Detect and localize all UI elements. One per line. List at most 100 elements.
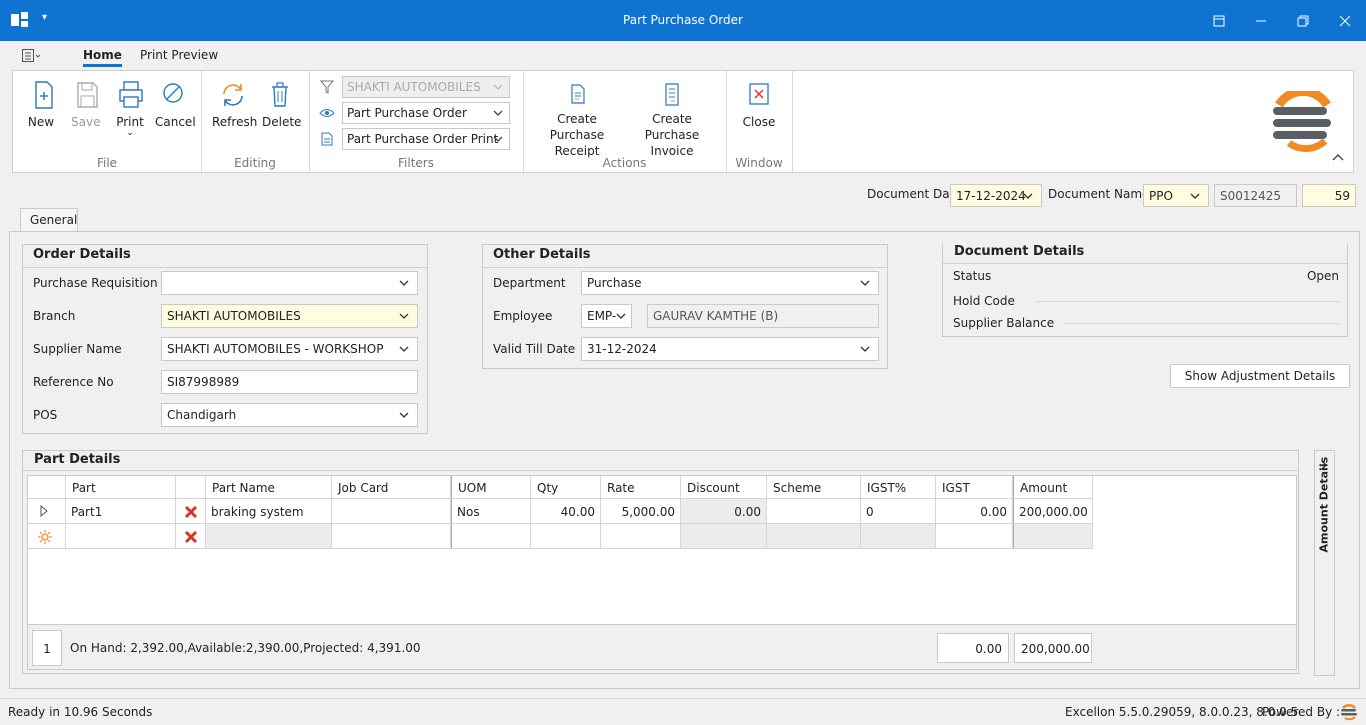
print-button[interactable]: Print ⌄ [115,79,145,138]
new-cell-scheme [767,524,861,549]
new-row-icon[interactable] [28,524,66,549]
supplier-name-combo[interactable]: SHAKTI AUTOMOBILES - WORKSHOP [161,337,418,361]
receipt-icon [561,79,593,111]
report-icon [321,132,333,149]
column-header-delete [176,476,206,499]
new-cell-uom[interactable] [451,524,531,549]
employee-code-combo[interactable]: EMP- [581,304,632,328]
row-count-badge: 1 [32,630,62,666]
cell-scheme[interactable] [767,499,861,524]
new-cell-part-name [206,524,332,549]
new-cell-part[interactable] [66,524,176,549]
document-sequence-field[interactable]: 59 [1302,184,1356,207]
row-indicator-header [28,476,66,499]
save-button[interactable]: Save [71,79,101,129]
delete-button[interactable]: Delete [262,79,302,129]
valid-till-date-picker[interactable]: 31-12-2024 [581,337,879,361]
close-window-icon[interactable] [1324,0,1366,41]
close-button[interactable]: Close [741,79,777,129]
print-dropdown-icon[interactable]: ⌄ [115,129,145,138]
file-group-label: File [96,156,118,170]
supplier-name-label: Supplier Name [33,342,122,356]
receipt-label-line1: Create Purchase [549,112,605,142]
column-header-uom[interactable]: UOM [451,476,531,499]
chevron-down-icon [616,313,626,319]
delete-label: Delete [262,115,302,129]
employee-name-field: GAURAV KAMTHE (B) [647,304,879,328]
cell-igst-pct[interactable]: 0 [861,499,936,524]
minimize-icon[interactable] [1240,0,1282,41]
cell-qty[interactable]: 40.00 [531,499,601,524]
delete-row-icon[interactable] [176,499,206,524]
amount-details-side-panel[interactable]: Amount Details [1314,450,1335,676]
reference-no-label: Reference No [33,375,114,389]
view-filter-combo[interactable]: Part Purchase Order [342,102,510,124]
app-menu-icon[interactable] [22,49,42,66]
cell-job-card[interactable] [332,499,451,524]
tab-home[interactable]: Home [83,48,122,67]
pos-combo[interactable]: Chandigarh [161,403,418,427]
cell-part-name[interactable]: braking system [206,499,332,524]
panel-divider [483,267,887,268]
cell-part[interactable]: Part1 [66,499,176,524]
purchase-requisition-combo[interactable] [161,271,418,295]
print-label: Print [116,115,144,129]
column-header-qty[interactable]: Qty [531,476,601,499]
trash-icon [264,79,296,111]
column-header-amount[interactable]: Amount [1013,476,1093,499]
column-header-scheme[interactable]: Scheme [767,476,861,499]
print-format-combo[interactable]: Part Purchase Order Print [342,128,510,150]
supplier-balance-value [1064,323,1339,324]
cell-uom[interactable]: Nos [451,499,531,524]
restore-layout-icon[interactable] [1198,0,1240,41]
new-cell-job-card[interactable] [332,524,451,549]
document-date-picker[interactable]: 17-12-2024 [950,184,1042,207]
new-cell-qty[interactable] [531,524,601,549]
document-details-title: Document Details [954,244,1085,259]
department-combo[interactable]: Purchase [581,271,879,295]
branch-combo[interactable]: SHAKTI AUTOMOBILES [161,304,418,328]
reference-no-input[interactable]: SI87998989 [161,370,418,394]
employee-code-value: EMP- [587,309,617,323]
refresh-icon [217,79,249,111]
column-header-igst[interactable]: IGST [936,476,1013,499]
save-label: Save [71,115,101,129]
cancel-button[interactable]: Cancel [155,79,196,129]
refresh-button[interactable]: Refresh [212,79,257,129]
document-name-value: PPO [1149,189,1173,203]
tab-print-preview[interactable]: Print Preview [140,48,218,62]
cell-rate[interactable]: 5,000.00 [601,499,681,524]
show-adjustment-details-button[interactable]: Show Adjustment Details [1170,364,1350,388]
maximize-icon[interactable] [1282,0,1324,41]
new-cell-rate[interactable] [601,524,681,549]
window-title: Part Purchase Order [623,13,743,27]
company-filter-combo[interactable]: SHAKTI AUTOMOBILES [342,76,510,98]
create-purchase-invoice-button[interactable]: Create Purchase Invoice [627,79,717,159]
stock-info-text: On Hand: 2,392.00,Available:2,390.00,Pro… [70,641,421,655]
document-name-combo[interactable]: PPO [1143,184,1209,207]
tab-general[interactable]: General [20,208,78,232]
new-button[interactable]: New [27,79,55,129]
delete-new-row-icon[interactable] [176,524,206,549]
column-header-rate[interactable]: Rate [601,476,681,499]
column-header-part[interactable]: Part [66,476,176,499]
column-header-igst-pct[interactable]: IGST% [861,476,936,499]
actions-group-label: Actions [602,156,647,170]
column-header-job-card[interactable]: Job Card [332,476,451,499]
chevron-down-icon [860,346,870,352]
close-icon [743,79,775,111]
editing-group-label: Editing [234,156,276,170]
chevron-down-icon [493,84,503,90]
create-purchase-receipt-button[interactable]: Create Purchase Receipt [533,79,621,159]
other-details-title: Other Details [493,247,591,262]
row-expand-icon[interactable] [28,499,66,524]
excellon-small-logo [1340,703,1358,724]
new-cell-amount [1013,524,1093,549]
column-header-discount[interactable]: Discount [681,476,767,499]
document-name-label: Document Name [1048,187,1150,201]
ribbon-separator [792,71,793,173]
collapse-ribbon-icon[interactable] [1331,151,1345,165]
column-header-part-name[interactable]: Part Name [206,476,332,499]
cancel-label: Cancel [155,115,196,129]
close-label: Close [742,115,776,129]
